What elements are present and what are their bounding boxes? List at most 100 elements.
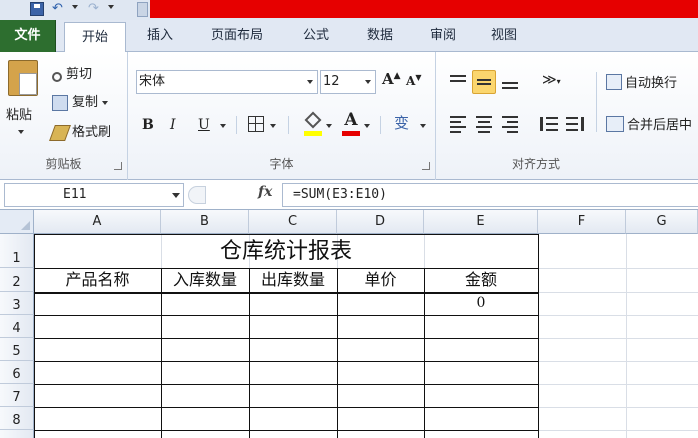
- shrink-font-button[interactable]: A▼: [406, 72, 421, 88]
- table-border: [34, 430, 539, 431]
- merge-cells-icon: [606, 115, 624, 132]
- row-header-5[interactable]: 5: [0, 338, 34, 361]
- undo-dropdown-icon[interactable]: [72, 5, 78, 9]
- customize-quick-access-icon[interactable]: [137, 2, 148, 17]
- underline-button[interactable]: U: [198, 114, 210, 136]
- font-name-dropdown-icon[interactable]: [307, 80, 313, 84]
- fill-color-dropdown-icon[interactable]: [326, 124, 332, 128]
- column-header-b[interactable]: B: [161, 210, 249, 234]
- row-header-6[interactable]: 6: [0, 361, 34, 384]
- row-header-9[interactable]: [0, 430, 34, 438]
- name-box-dropdown-icon[interactable]: [172, 193, 180, 198]
- grow-font-glyph: A: [382, 70, 394, 88]
- align-right-button[interactable]: [498, 112, 522, 136]
- decrease-indent-icon[interactable]: [540, 114, 560, 134]
- font-name-select[interactable]: 宋体: [136, 70, 318, 94]
- font-name-value: 宋体: [139, 74, 166, 89]
- formula-bar-grip[interactable]: [188, 186, 206, 204]
- tab-file[interactable]: 文件: [0, 20, 56, 52]
- merge-center-button[interactable]: 合并后居中: [606, 114, 692, 133]
- row-header-8[interactable]: 8: [0, 407, 34, 430]
- cut-button[interactable]: 剪切: [52, 64, 92, 86]
- phonetic-guide-button[interactable]: 变: [394, 112, 409, 133]
- tab-page-layout[interactable]: 页面布局: [198, 20, 276, 52]
- cell-e2[interactable]: 金额: [424, 268, 538, 292]
- wrap-text-button[interactable]: 自动换行: [606, 72, 677, 91]
- table-border: [34, 361, 539, 362]
- paste-icon[interactable]: [8, 60, 38, 96]
- cell-b2[interactable]: 入库数量: [161, 268, 249, 292]
- undo-icon[interactable]: ↶: [52, 2, 68, 16]
- bold-button[interactable]: B: [142, 114, 154, 136]
- align-middle-button[interactable]: [472, 70, 496, 94]
- table-border: [34, 338, 539, 339]
- wrap-text-label: 自动换行: [625, 76, 678, 91]
- align-top-button[interactable]: [446, 70, 470, 94]
- cell-e3[interactable]: 0: [424, 292, 538, 315]
- worksheet-grid[interactable]: A B C D E F G 1 2 3 4 5 6 7 8 仓库统计报表 产品名…: [0, 210, 698, 438]
- paste-dropdown-icon[interactable]: [18, 130, 24, 134]
- column-header-g[interactable]: G: [626, 210, 698, 234]
- paste-button[interactable]: 粘贴: [6, 104, 32, 123]
- alignment-group: ≫▾ 自动换行 合并后居中 对齐方式: [436, 52, 698, 180]
- font-size-dropdown-icon[interactable]: [365, 80, 371, 84]
- redo-dropdown-icon[interactable]: [108, 5, 114, 9]
- column-header-a[interactable]: A: [34, 210, 161, 234]
- align-center-button[interactable]: [472, 112, 496, 136]
- fill-color-button[interactable]: [304, 111, 322, 136]
- copy-button[interactable]: 复制: [52, 92, 109, 114]
- paintbrush-icon: [49, 125, 71, 141]
- insert-function-icon[interactable]: fx: [258, 184, 272, 200]
- format-painter-button[interactable]: 格式刷: [49, 122, 112, 144]
- copy-label: 复制: [72, 95, 99, 110]
- alignment-group-label: 对齐方式: [511, 157, 560, 171]
- divider: [236, 116, 237, 134]
- ribbon: 粘贴 剪切 复制 格式刷 剪贴板 宋体 12 A▲ A▼ B I U A 变 字…: [0, 52, 698, 180]
- cell-c2[interactable]: 出库数量: [249, 268, 337, 292]
- orientation-icon[interactable]: ≫▾: [542, 72, 561, 88]
- formula-input[interactable]: =SUM(E3:E10): [282, 183, 698, 207]
- font-size-select[interactable]: 12: [320, 70, 376, 94]
- select-all-corner[interactable]: [0, 210, 34, 234]
- underline-dropdown-icon[interactable]: [220, 124, 226, 128]
- ribbon-tab-row: 文件 开始 插入 页面布局 公式 数据 审阅 视图: [0, 20, 698, 53]
- cell-d2[interactable]: 单价: [337, 268, 424, 292]
- tab-view[interactable]: 视图: [480, 20, 528, 52]
- borders-icon[interactable]: [248, 116, 264, 132]
- align-left-button[interactable]: [446, 112, 470, 136]
- copy-dropdown-icon[interactable]: [102, 101, 109, 105]
- name-box[interactable]: E11: [4, 183, 184, 207]
- italic-button[interactable]: I: [170, 114, 176, 136]
- format-painter-label: 格式刷: [72, 125, 112, 140]
- redo-icon[interactable]: ↷: [88, 2, 104, 16]
- table-border: [34, 315, 539, 316]
- increase-indent-icon[interactable]: [566, 114, 586, 134]
- tab-insert[interactable]: 插入: [136, 20, 184, 52]
- grow-font-button[interactable]: A▲: [382, 70, 401, 88]
- tab-home[interactable]: 开始: [64, 22, 126, 53]
- font-color-glyph: A: [344, 110, 358, 130]
- column-header-f[interactable]: F: [538, 210, 626, 234]
- borders-dropdown-icon[interactable]: [270, 124, 276, 128]
- align-bottom-button[interactable]: [498, 70, 522, 94]
- cell-a1-merged-title[interactable]: 仓库统计报表: [34, 234, 538, 268]
- row-header-3[interactable]: 3: [0, 292, 34, 315]
- column-header-d[interactable]: D: [337, 210, 424, 234]
- font-color-button[interactable]: A: [342, 110, 360, 136]
- cell-a2[interactable]: 产品名称: [34, 268, 161, 292]
- column-header-e[interactable]: E: [424, 210, 538, 234]
- row-header-4[interactable]: 4: [0, 315, 34, 338]
- font-group: 宋体 12 A▲ A▼ B I U A 变 字体: [128, 52, 436, 180]
- column-header-c[interactable]: C: [249, 210, 337, 234]
- row-header-7[interactable]: 7: [0, 384, 34, 407]
- row-header-1[interactable]: 1: [0, 234, 34, 268]
- phonetic-guide-dropdown-icon[interactable]: [420, 124, 426, 128]
- clipboard-dialog-launcher-icon[interactable]: [114, 162, 122, 170]
- save-icon[interactable]: [30, 2, 44, 16]
- font-dialog-launcher-icon[interactable]: [422, 162, 430, 170]
- tab-review[interactable]: 审阅: [418, 20, 468, 52]
- font-color-dropdown-icon[interactable]: [364, 124, 370, 128]
- tab-formulas[interactable]: 公式: [290, 20, 342, 52]
- row-header-2[interactable]: 2: [0, 268, 34, 292]
- tab-data[interactable]: 数据: [354, 20, 406, 52]
